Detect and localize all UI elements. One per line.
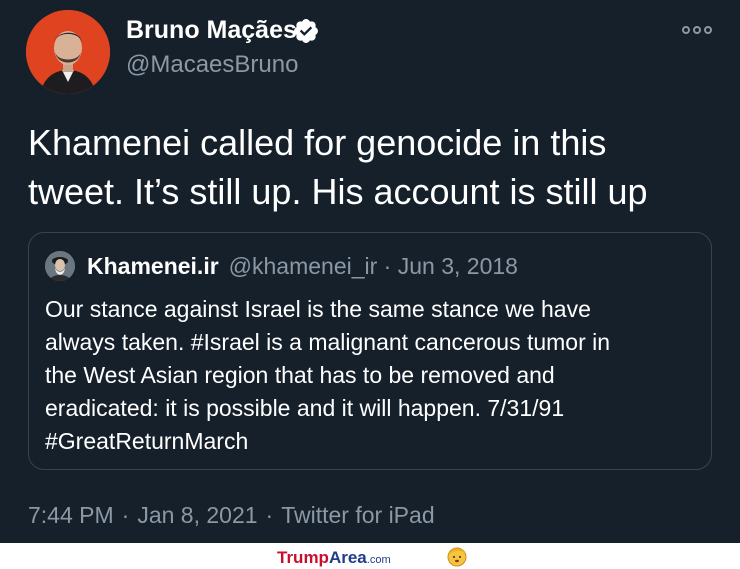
more-dot [704,26,712,34]
person-icon [26,10,110,94]
quoted-text-line: #GreatReturnMarch [45,428,249,454]
person-icon [45,251,75,281]
quoted-text-line: eradicated: it is possible and it will h… [45,395,565,421]
quoted-header: Khamenei.ir @khamenei_ir · Jun 3, 2018 [87,253,518,280]
quoted-text-line: the West Asian region that has to be rem… [45,362,555,388]
watermark-bar: TrumpArea.com [0,543,740,569]
tweet-time[interactable]: 7:44 PM [28,502,114,528]
quoted-handle-date[interactable]: @khamenei_ir · Jun 3, 2018 [229,253,518,279]
quoted-text: Our stance against Israel is the same st… [45,293,695,458]
watermark-part: Trump [277,548,329,567]
quoted-text-line: always taken. #Israel is a malignant can… [45,329,611,355]
more-options-icon[interactable] [682,22,716,38]
watermark-part: Area [328,548,367,567]
quoted-author-name[interactable]: Khamenei.ir [87,253,219,279]
watermark-text: TrumpArea.com [277,548,391,568]
tweet-text-line: tweet. It’s still up. His account is sti… [28,171,648,212]
meta-separator: · [265,502,274,528]
quoted-avatar[interactable] [45,251,75,281]
verified-badge-icon [294,19,318,43]
watermark-part: .com [366,554,391,566]
more-dot [693,26,701,34]
tweet-card: Bruno Maçães @MacaesBruno Khamenei calle… [0,0,740,543]
quoted-text-line: Our stance against Israel is the same st… [45,296,591,322]
author-handle[interactable]: @MacaesBruno [126,51,298,79]
tweet-text-line: Khamenei called for genocide in this [28,122,607,163]
meta-separator: · [121,502,130,528]
tweet-meta: 7:44 PM · Jan 8, 2021 · Twitter for iPad [28,502,435,529]
author-name[interactable]: Bruno Maçães [126,16,297,45]
more-dot [682,26,690,34]
trump-face-icon [447,547,467,567]
tweet-source[interactable]: Twitter for iPad [281,502,434,528]
author-avatar[interactable] [26,10,110,94]
quoted-tweet[interactable]: Khamenei.ir @khamenei_ir · Jun 3, 2018 Ou… [28,232,712,470]
tweet-text: Khamenei called for genocide in this twe… [28,118,718,216]
tweet-date[interactable]: Jan 8, 2021 [137,502,257,528]
